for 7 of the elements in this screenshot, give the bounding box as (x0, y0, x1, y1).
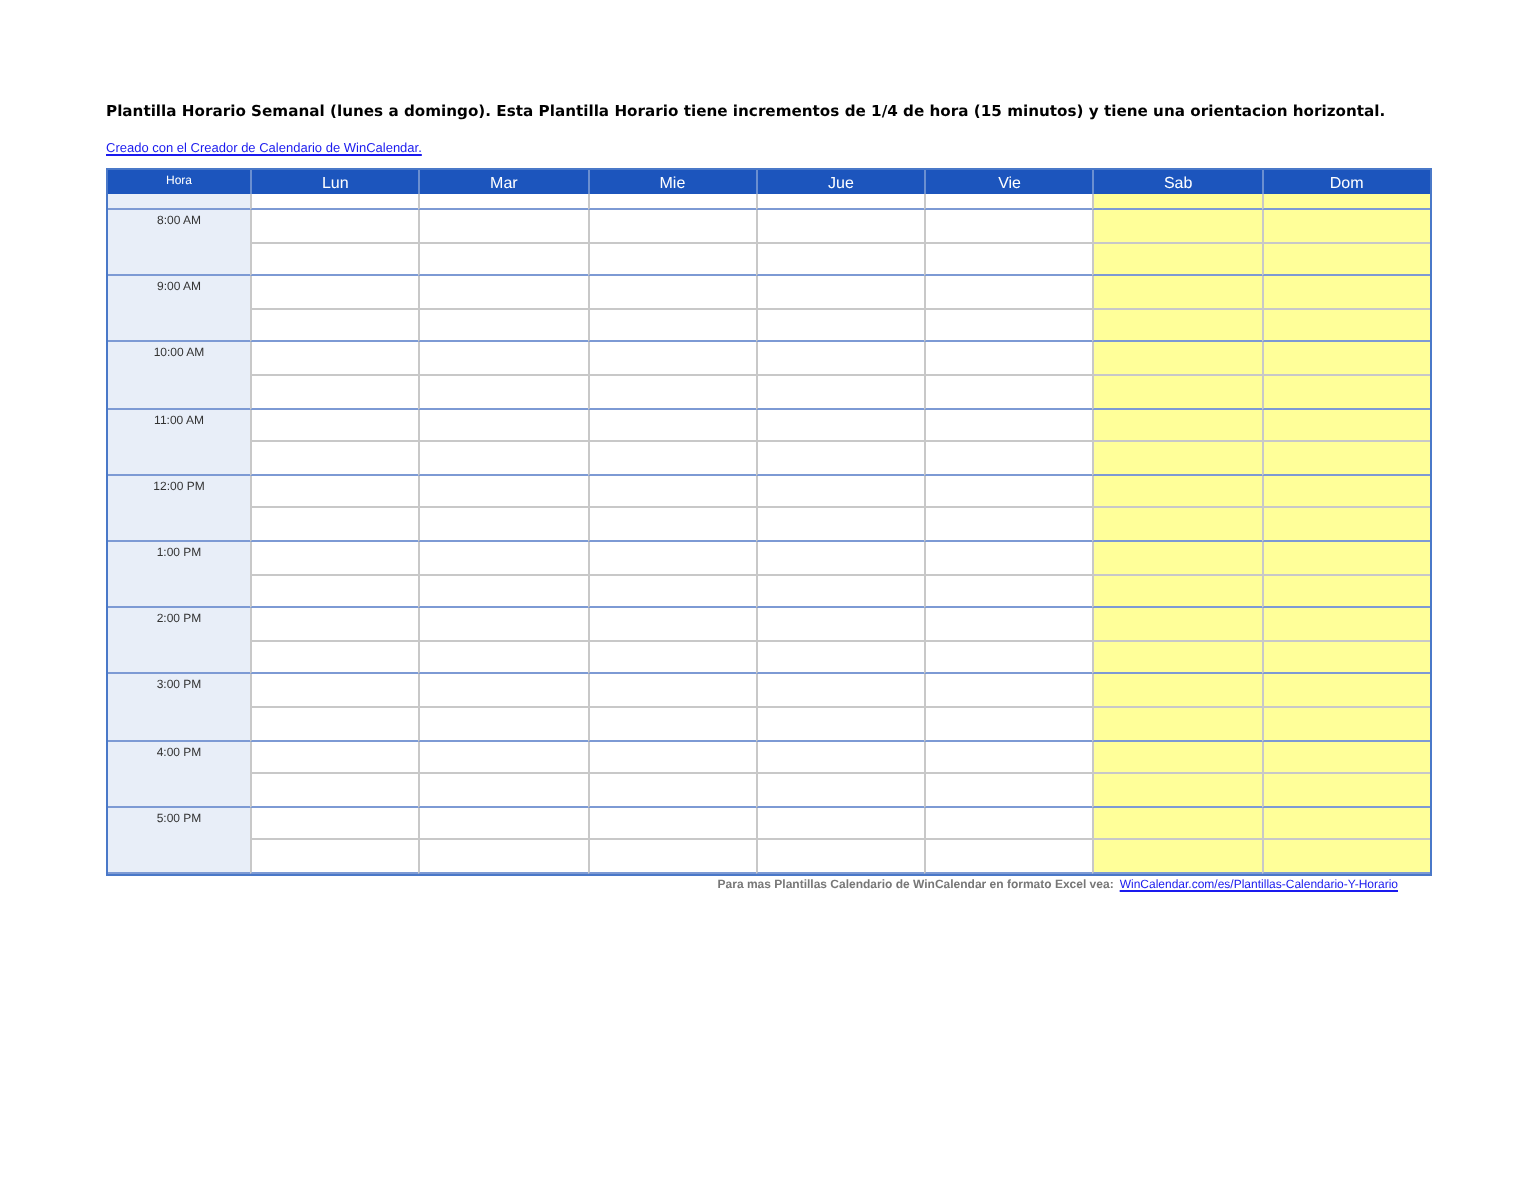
column-header: Sab (1092, 170, 1262, 194)
column-header: Lun (250, 170, 419, 194)
column-header: Vie (924, 170, 1093, 194)
column-header: Mar (418, 170, 588, 194)
column-header: Dom (1261, 170, 1430, 194)
column-header: Mie (587, 170, 756, 194)
column-header: Jue (755, 170, 925, 194)
